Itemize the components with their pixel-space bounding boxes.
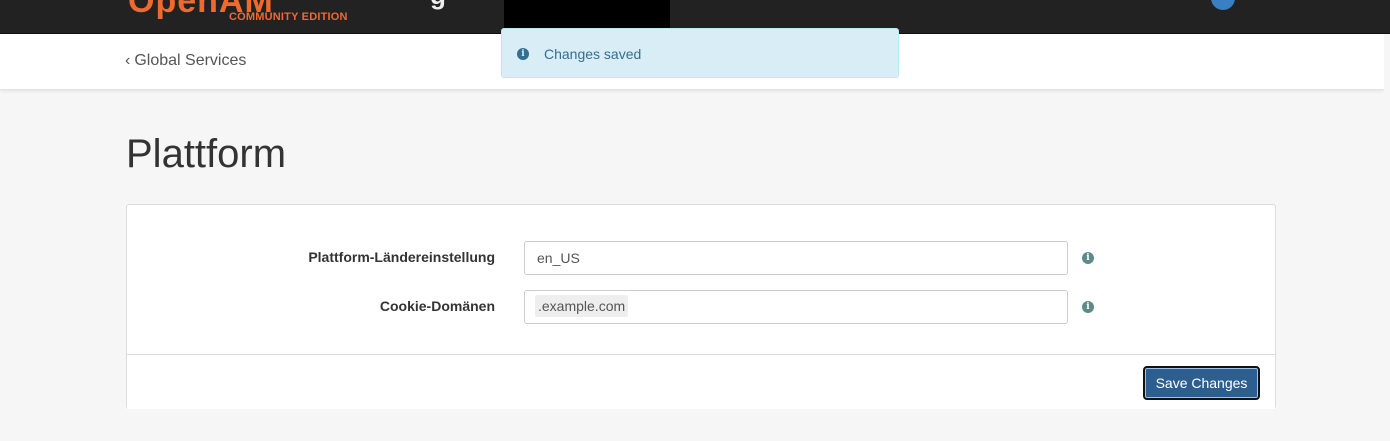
page-title: Plattform (126, 132, 287, 176)
edition-label: COMMUNITY EDITION (229, 11, 348, 23)
changes-saved-alert: i Changes saved (501, 28, 899, 78)
breadcrumb-label: Global Services (134, 52, 247, 69)
chevron-left-icon: ‹ (125, 52, 131, 69)
back-to-global-services-link[interactable]: ‹ Global Services (125, 52, 246, 70)
locale-label: Plattform-Ländereinstellung (308, 249, 495, 265)
locale-info-icon[interactable]: i (1082, 252, 1094, 264)
cookie-domain-tag[interactable]: .example.com (535, 295, 629, 317)
cookie-domains-label: Cookie-Domänen (379, 298, 495, 314)
settings-panel: Plattform-Ländereinstellung i Cookie-Dom… (126, 204, 1276, 409)
cookie-domains-info-icon[interactable]: i (1082, 301, 1094, 313)
panel-footer: Save Changes (127, 354, 1275, 409)
brand-text-fragment: g (430, 0, 446, 11)
alert-message: Changes saved (544, 46, 642, 62)
scrollbar[interactable] (1384, 34, 1390, 441)
locale-input[interactable] (524, 241, 1068, 275)
user-avatar[interactable] (1211, 0, 1235, 10)
panel-body: Plattform-Ländereinstellung i Cookie-Dom… (127, 205, 1275, 354)
save-changes-button[interactable]: Save Changes (1143, 366, 1260, 400)
info-icon: i (517, 48, 529, 60)
